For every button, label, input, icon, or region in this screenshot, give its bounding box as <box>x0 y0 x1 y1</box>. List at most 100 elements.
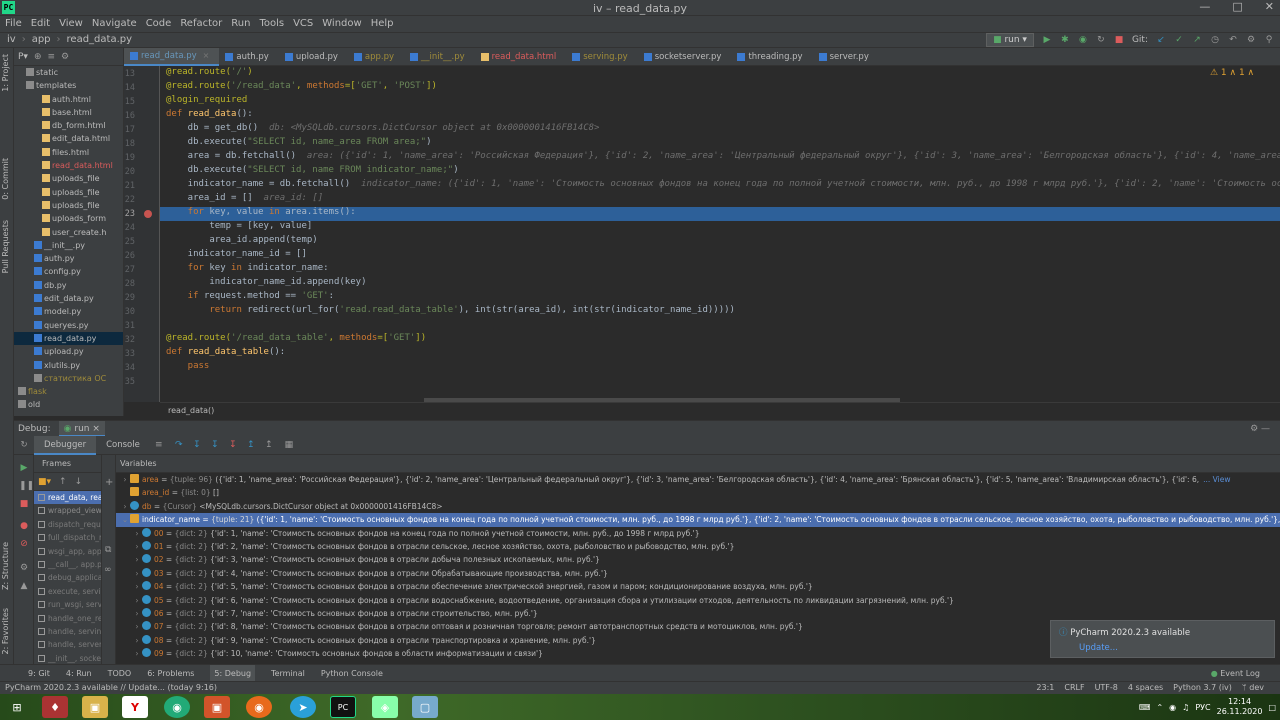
tree-item[interactable]: upload.py <box>14 345 123 358</box>
copy-icon[interactable]: ⧉ <box>105 545 111 555</box>
favorites-tool-tab[interactable]: 2: Favorites <box>1 608 10 654</box>
tab-console[interactable]: Console <box>96 436 150 455</box>
variable-row[interactable]: › 06 = {dict: 2} {'id': 7, 'name': 'Стоим… <box>116 607 1280 620</box>
stop-debug-icon[interactable]: ■ <box>19 499 29 509</box>
stack-frame[interactable]: wsgi_app, app. <box>34 545 101 558</box>
expand-arrow-icon[interactable]: › <box>132 607 142 620</box>
python-interpreter[interactable]: Python 3.7 (iv) <box>1173 682 1232 694</box>
rerun-icon[interactable]: ↻ <box>14 440 34 450</box>
menu-item-view[interactable]: View <box>59 16 83 32</box>
tree-item[interactable]: config.py <box>14 265 123 278</box>
profile-icon[interactable]: ↻ <box>1096 35 1106 45</box>
tab-problems[interactable]: 6: Problems <box>147 665 194 681</box>
variable-row[interactable]: › 03 = {dict: 2} {'id': 4, 'name': 'Стоим… <box>116 567 1280 580</box>
expand-arrow-icon[interactable]: › <box>120 473 130 486</box>
expand-arrow-icon[interactable]: › <box>132 594 142 607</box>
tab-terminal[interactable]: Terminal <box>271 665 305 681</box>
chrome-icon[interactable]: ◉ <box>164 696 190 718</box>
pdf-reader-icon[interactable]: ▣ <box>204 696 230 718</box>
language-indicator[interactable]: РУС <box>1195 703 1210 712</box>
expand-arrow-icon[interactable]: › <box>132 620 142 633</box>
run-to-cursor-icon[interactable]: ↥ <box>264 440 274 450</box>
network-icon[interactable]: ◉ <box>1169 703 1176 712</box>
caret-position[interactable]: 23:1 <box>1036 682 1054 694</box>
status-message[interactable]: PyCharm 2020.2.3 available // Update... … <box>5 683 217 692</box>
expand-arrow-icon[interactable]: › <box>132 553 142 566</box>
expand-arrow-icon[interactable]: › <box>132 527 142 540</box>
view-as-icon[interactable]: ∞ <box>104 565 112 575</box>
expand-arrow-icon[interactable]: › <box>132 580 142 593</box>
mute-breakpoints-icon[interactable]: ⊘ <box>19 539 29 549</box>
notifications-icon[interactable]: □ <box>1268 703 1276 712</box>
tree-item[interactable]: templates <box>14 79 123 92</box>
stack-frame[interactable]: __call__, app.p <box>34 558 101 571</box>
indent-setting[interactable]: 4 spaces <box>1128 682 1163 694</box>
options-icon[interactable]: ⚙ <box>61 52 69 62</box>
variable-row[interactable]: ⌄ indicator_name = {tuple: 21} ({'id': 1,… <box>116 513 1280 527</box>
git-branch[interactable]: ᛘ dev <box>1242 682 1264 694</box>
tree-item[interactable]: files.html <box>14 146 123 159</box>
commit-icon[interactable]: ✓ <box>1174 35 1184 45</box>
tree-item[interactable]: uploads_form <box>14 212 123 225</box>
menu-item-run[interactable]: Run <box>231 16 250 32</box>
view-link[interactable]: ... View <box>1203 475 1230 484</box>
rollback-icon[interactable]: ↶ <box>1228 35 1238 45</box>
file-explorer-icon[interactable]: ▣ <box>82 696 108 718</box>
stack-frame[interactable]: debug_applica <box>34 571 101 584</box>
force-step-into-icon[interactable]: ↧ <box>228 440 238 450</box>
coverage-icon[interactable]: ◉ <box>1078 35 1088 45</box>
variable-row[interactable]: › 02 = {dict: 2} {'id': 3, 'name': 'Стоим… <box>116 553 1280 566</box>
search-icon[interactable]: ⚲ <box>1264 35 1274 45</box>
editor-tab[interactable]: threading.py <box>731 48 812 66</box>
view-breakpoints-icon[interactable]: ● <box>19 521 29 531</box>
breadcrumb-file[interactable]: read_data.py <box>67 34 133 45</box>
tab-debugger[interactable]: Debugger <box>34 435 97 455</box>
tree-item[interactable]: model.py <box>14 305 123 318</box>
event-log-button[interactable]: ● Event Log <box>1211 665 1260 682</box>
tree-item[interactable]: user_create.h <box>14 226 123 239</box>
volume-icon[interactable]: ♫ <box>1182 703 1189 712</box>
tab-todo[interactable]: TODO <box>108 665 132 681</box>
editor-tab[interactable]: serving.py <box>566 48 637 66</box>
variable-row[interactable]: › db = {Cursor} <MySQLdb.cursors.DictCurs… <box>116 500 1280 513</box>
firefox-icon[interactable]: ◉ <box>246 696 272 718</box>
tree-item[interactable]: статистика ОС <box>14 372 123 385</box>
expand-arrow-icon[interactable]: › <box>132 540 142 553</box>
run-config-selector[interactable]: ■ run ▾ <box>986 33 1034 47</box>
tree-item[interactable]: queryes.py <box>14 319 123 332</box>
menu-item-window[interactable]: Window <box>322 16 361 32</box>
tree-item[interactable]: db_form.html <box>14 119 123 132</box>
editor-tab[interactable]: app.py <box>348 48 404 66</box>
collapse-icon[interactable]: ≡ <box>48 52 56 62</box>
expand-arrow-icon[interactable]: › <box>120 500 130 513</box>
show-execution-point-icon[interactable]: ≡ <box>154 440 164 450</box>
windows-start-icon[interactable]: ⊞ <box>4 696 30 718</box>
menu-item-navigate[interactable]: Navigate <box>92 16 137 32</box>
pycharm-taskbar-icon[interactable]: PC <box>330 696 356 718</box>
tree-item[interactable]: read_data.html <box>14 159 123 172</box>
menu-item-code[interactable]: Code <box>146 16 172 32</box>
tree-item[interactable]: __init__.py <box>14 239 123 252</box>
stack-frame[interactable]: run_wsgi, servi <box>34 598 101 611</box>
expand-arrow-icon[interactable]: › <box>132 567 142 580</box>
menu-item-file[interactable]: File <box>5 16 22 32</box>
step-over-icon[interactable]: ↷ <box>174 440 184 450</box>
expand-arrow-icon[interactable]: › <box>132 647 142 660</box>
tree-item[interactable]: old <box>14 398 123 411</box>
minimize-button[interactable]: — <box>1199 0 1210 13</box>
locate-icon[interactable]: ⊕ <box>34 52 42 62</box>
stack-frame[interactable]: handle, server <box>34 638 101 651</box>
project-view-selector[interactable]: P▾ <box>18 52 28 62</box>
editor-tab[interactable]: read_data.py × <box>124 48 220 66</box>
tab-git[interactable]: 9: Git <box>28 665 50 681</box>
app-icon-1[interactable]: ♦ <box>42 696 68 718</box>
debug-settings-icon[interactable]: ⚙ — <box>1250 424 1270 434</box>
stack-frame[interactable]: full_dispatch_r <box>34 531 101 544</box>
tree-item[interactable]: uploads_file <box>14 199 123 212</box>
variable-row[interactable]: › 01 = {dict: 2} {'id': 2, 'name': 'Стоим… <box>116 540 1280 553</box>
stack-frame[interactable]: __init__, socke <box>34 652 101 664</box>
file-encoding[interactable]: UTF-8 <box>1095 682 1118 694</box>
telegram-icon[interactable]: ➤ <box>290 696 316 718</box>
editor-tab[interactable]: read_data.html <box>475 48 567 66</box>
stack-frame[interactable]: wrapped_view <box>34 504 101 517</box>
